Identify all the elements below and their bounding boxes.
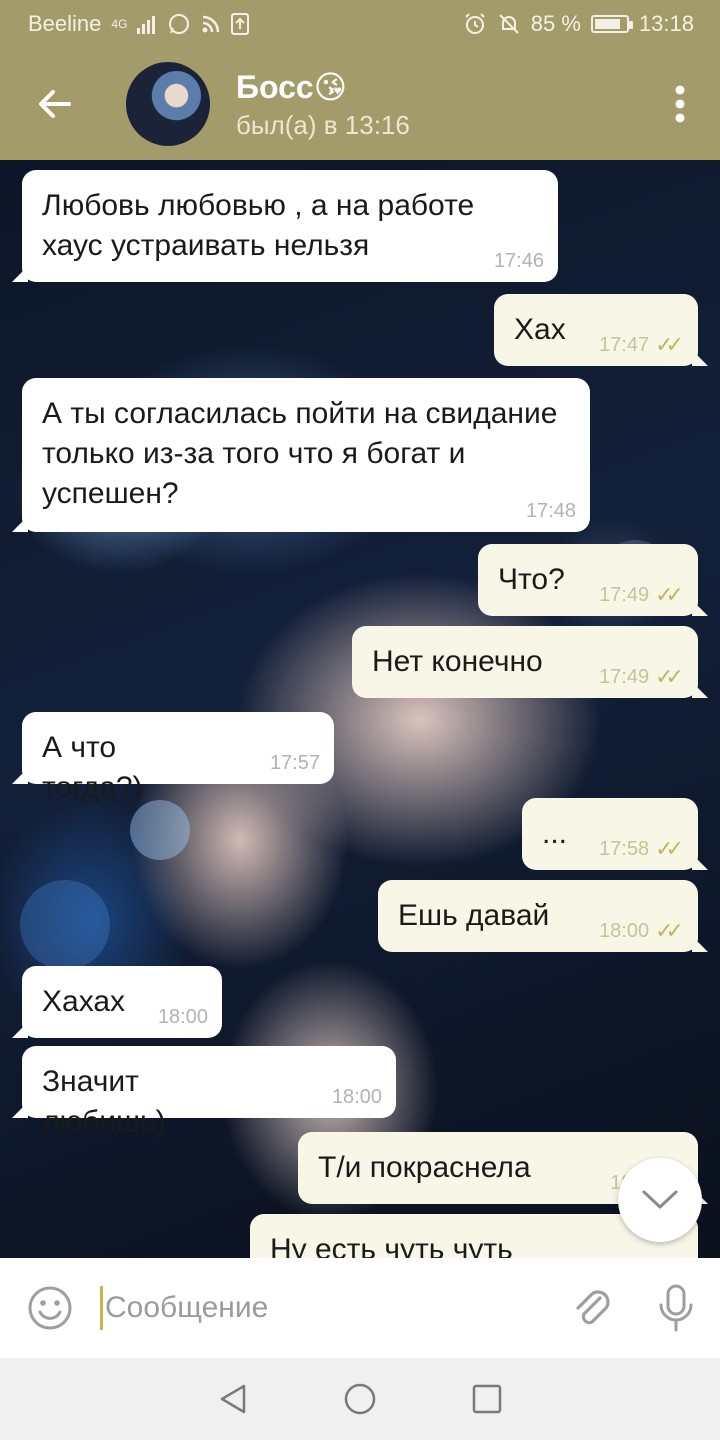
incoming-message[interactable]: Значит любишь) 18:00	[12, 1046, 396, 1138]
chevron-down-icon	[642, 1190, 678, 1209]
incoming-message[interactable]: А что тогда?) 17:57	[12, 712, 334, 804]
mute-bell-icon	[499, 14, 519, 34]
message-meta: 17:58 ✓✓	[599, 836, 684, 861]
carrier-name: Beeline	[28, 11, 102, 36]
battery-icon	[590, 15, 633, 33]
last-seen-status: был(а) в 13:16	[236, 109, 410, 140]
incoming-message[interactable]: Хахах 18:00	[12, 966, 222, 1038]
message-meta: 17:46	[494, 250, 544, 272]
back-arrow-icon	[39, 90, 71, 118]
nav-home-icon[interactable]	[343, 1382, 377, 1416]
incoming-message[interactable]: Любовь любовью , а на работе хаус устраи…	[12, 170, 558, 282]
read-receipt-icon: ✓✓	[655, 332, 684, 357]
message-text: А ты согласилась пойти на свидание тольк…	[42, 397, 558, 510]
microphone-icon[interactable]	[658, 1283, 694, 1333]
message-meta: 17:48	[526, 500, 576, 522]
outgoing-message[interactable]: Ешь давай 18:00 ✓✓	[378, 880, 708, 952]
network-type: 4G	[111, 16, 128, 31]
outgoing-message[interactable]: ... 17:58 ✓✓	[522, 798, 708, 870]
message-text: Значит любишь)	[42, 1065, 166, 1138]
outgoing-message[interactable]: Что? 17:49 ✓✓	[478, 544, 708, 616]
emoji-icon[interactable]	[26, 1284, 74, 1332]
status-bar: Beeline 4G 85 % 13:18	[0, 0, 720, 48]
message-time: 17:57	[269, 752, 320, 774]
clock: 13:18	[638, 11, 694, 36]
message-input-bar: Сообщение	[0, 1258, 720, 1358]
message-time: 18:00	[157, 1006, 208, 1028]
message-meta: 18:00 ✓✓	[599, 918, 684, 943]
message-meta: 17:49 ✓✓	[599, 664, 684, 689]
back-button[interactable]	[0, 48, 110, 160]
battery-percent: 85 %	[530, 11, 581, 36]
signal-icon	[137, 16, 156, 34]
upload-icon	[231, 13, 250, 35]
message-time: 18:00	[599, 920, 650, 942]
message-time: 18:00	[331, 1086, 382, 1108]
message-meta: 17:57	[270, 752, 320, 774]
message-time: 17:48	[525, 500, 576, 522]
whatsapp-icon	[169, 14, 190, 34]
text-cursor	[100, 1286, 103, 1330]
read-receipt-icon: ✓✓	[655, 664, 684, 689]
chat-title: Босс😘	[236, 68, 348, 105]
message-time: 17:49	[599, 666, 650, 688]
outgoing-message[interactable]: Хах 17:47 ✓✓	[494, 294, 708, 366]
message-time: 17:58	[599, 838, 650, 860]
nav-recents-icon[interactable]	[470, 1382, 504, 1416]
rss-icon	[202, 15, 220, 33]
message-meta: 18:00	[158, 1006, 208, 1028]
nav-back-icon[interactable]	[216, 1382, 250, 1416]
more-button[interactable]	[640, 48, 720, 160]
message-meta: 17:49 ✓✓	[599, 582, 684, 607]
read-receipt-icon: ✓✓	[655, 582, 684, 607]
alarm-icon	[465, 13, 485, 34]
message-meta: 17:47 ✓✓	[599, 332, 684, 357]
read-receipt-icon: ✓✓	[655, 836, 684, 861]
message-input[interactable]: Сообщение	[105, 1291, 570, 1325]
incoming-message[interactable]: А ты согласилась пойти на свидание тольк…	[12, 378, 590, 532]
attach-icon[interactable]	[570, 1284, 614, 1332]
message-time: 17:46	[493, 250, 544, 272]
chat-info[interactable]: Босс😘 был(а) в 13:16	[236, 68, 640, 141]
more-vert-icon	[675, 85, 685, 123]
chat-header: Босс😘 был(а) в 13:16	[0, 48, 720, 160]
wallpaper-bokeh	[130, 800, 190, 860]
avatar[interactable]	[126, 62, 210, 146]
message-text: Любовь любовью , а на работе хаус устраи…	[42, 189, 475, 262]
message-time: 17:47	[599, 334, 650, 356]
wallpaper-bokeh	[20, 880, 110, 970]
message-time: 17:49	[599, 584, 650, 606]
scroll-down-button[interactable]	[618, 1158, 702, 1242]
read-receipt-icon: ✓✓	[655, 918, 684, 943]
outgoing-message[interactable]: Нет конечно 17:49 ✓✓	[352, 626, 708, 698]
system-nav-bar	[0, 1358, 720, 1440]
message-meta: 18:00	[332, 1086, 382, 1108]
